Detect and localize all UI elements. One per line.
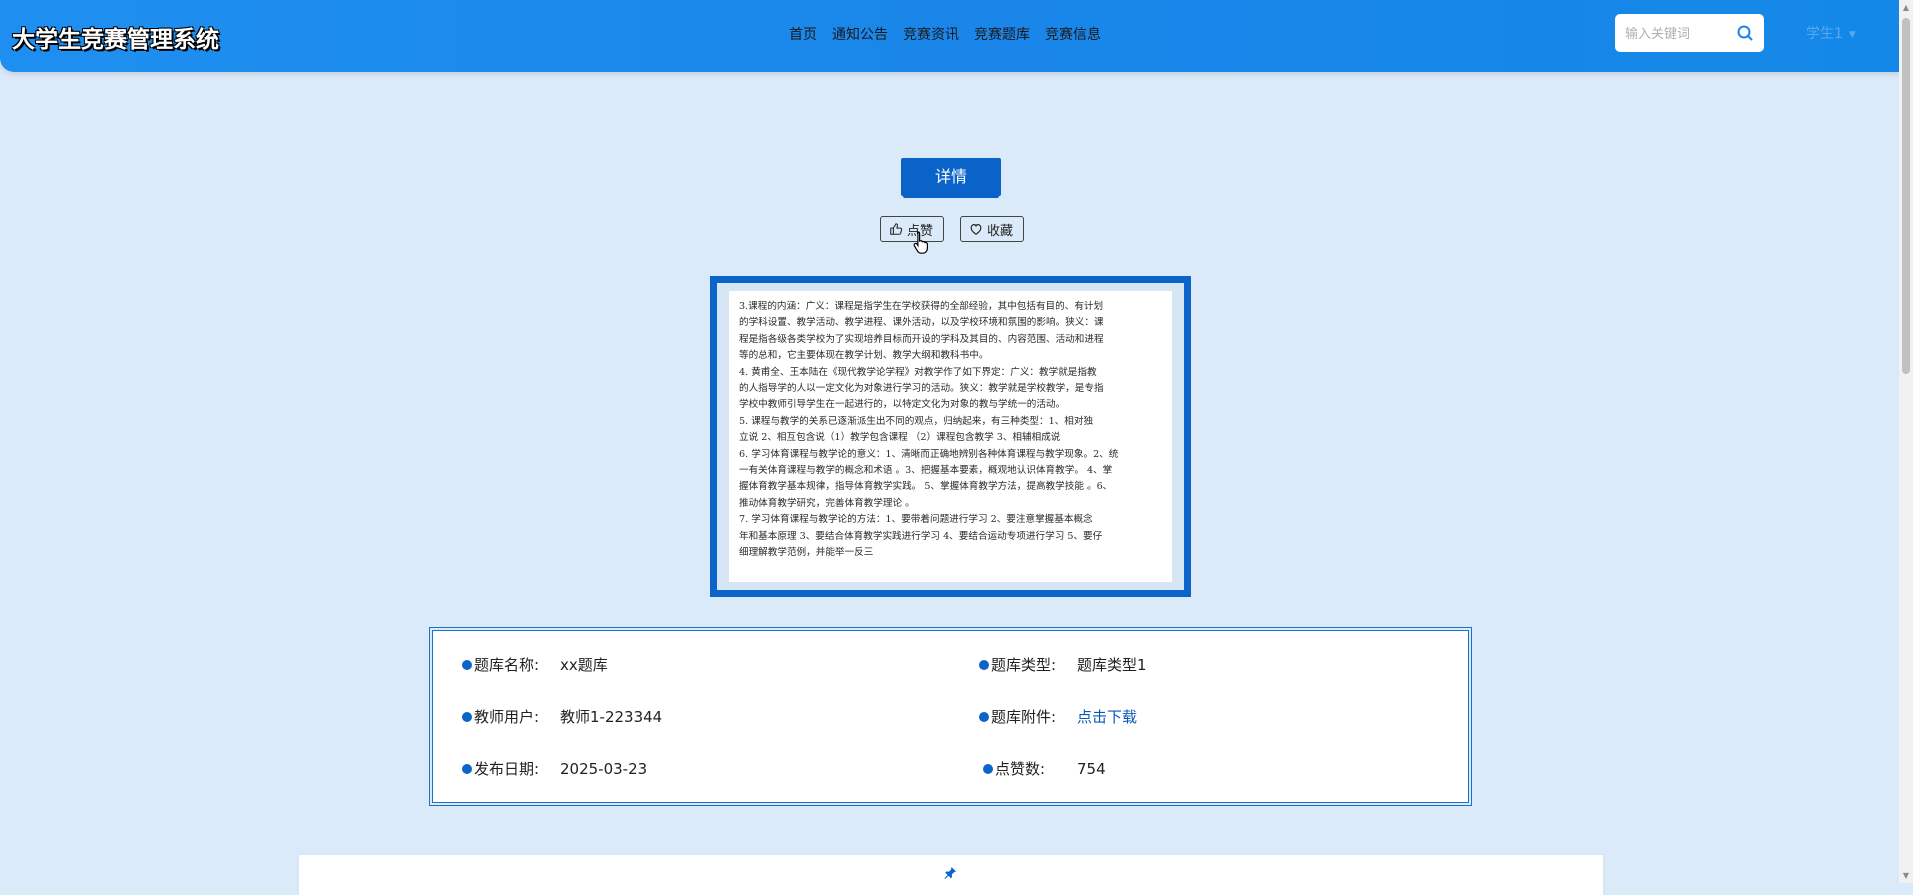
nav-question-bank[interactable]: 竞赛题库 xyxy=(974,24,1030,44)
scroll-up-icon[interactable]: ▲ xyxy=(1902,3,1910,12)
info-value: 754 xyxy=(1077,759,1106,778)
info-label: 题库名称: xyxy=(474,656,540,674)
site-title: 大学生竞赛管理系统 xyxy=(12,27,219,53)
image-text-line: 立说 2、相互包含说（1）教学包含课程 （2）课程包含教学 3、相辅相成说 xyxy=(739,432,1061,444)
bullet-dot-icon xyxy=(979,711,989,722)
info-bank-type: 题库类型: 题库类型1 xyxy=(979,654,1147,675)
favorite-button[interactable]: 收藏 xyxy=(960,216,1025,242)
user-menu[interactable]: 学生1 ▼ xyxy=(1806,23,1856,43)
bullet-dot-icon xyxy=(462,711,472,722)
image-text-line: 7. 学习体育课程与教学论的方法：1、要带着问题进行学习 2、要注意掌握基本概念 xyxy=(739,514,1093,526)
scrollbar-thumb[interactable] xyxy=(1902,18,1910,374)
image-text-line: 4. 黄甫全、王本陆在《现代教学论学程》对教学作了如下界定：广义：教学就是指教 xyxy=(739,366,1097,378)
scroll-down-icon[interactable]: ▼ xyxy=(1902,871,1910,880)
image-text-line: 的学科设置、教学活动、教学进程、课外活动，以及学校环境和氛围的影响。狭义：课 xyxy=(739,317,1104,329)
image-text-line: 推动体育教学研究，完善体育教学理论 。 xyxy=(739,497,915,509)
image-text-line: 一有关体育课程与教学的概念和术语 。3、把握基本要素，概观地认识体育教学。 4、… xyxy=(739,465,1113,477)
image-text-line: 3.课程的内涵：广义：课程是指学生在学校获得的全部经验，其中包括有目的、有计划 xyxy=(739,301,1104,312)
image-text-line: 的人指导学的人以一定文化为对象进行学习的活动。狭义：教学就是学校教学，是专指 xyxy=(739,383,1104,395)
nav-notices[interactable]: 通知公告 xyxy=(832,24,888,44)
thumbs-up-icon xyxy=(890,223,903,235)
main-nav: 首页 通知公告 竞赛资讯 竞赛题库 竞赛信息 xyxy=(789,24,1101,44)
info-attachment: 题库附件: 点击下载 xyxy=(979,706,1137,727)
image-text-line: 等的总和，它主要体现在教学计划、教学大纲和教科书中。 xyxy=(739,350,989,362)
top-navbar: 大学生竞赛管理系统 首页 通知公告 竞赛资讯 竞赛题库 竞赛信息 学生1 ▼ xyxy=(0,0,1913,72)
chevron-down-icon: ▼ xyxy=(1848,30,1856,40)
bullet-dot-icon xyxy=(462,659,472,670)
action-buttons: 点赞 收藏 xyxy=(880,216,1025,242)
image-text-line: 年和基本原理 3、要结合体育教学实践进行学习 4、要结合运动专项进行学习 5、要… xyxy=(739,530,1103,542)
hand-cursor-icon xyxy=(913,231,928,254)
info-label: 教师用户: xyxy=(474,708,540,726)
content-card xyxy=(299,855,1603,895)
image-text-line: 细理解教学范例，并能举一反三 xyxy=(739,547,874,559)
bullet-dot-icon xyxy=(979,659,989,670)
image-text-line: 5. 课程与教学的关系已逐渐派生出不同的观点，归纳起来，有三种类型：1、相对独 xyxy=(739,415,1094,427)
question-bank-image-frame: 3.课程的内涵：广义：课程是指学生在学校获得的全部经验，其中包括有目的、有计划 … xyxy=(710,276,1191,597)
detail-title-badge: 详情 xyxy=(903,158,999,196)
favorite-label: 收藏 xyxy=(987,223,1014,239)
search-input[interactable] xyxy=(1623,23,1737,45)
question-bank-info: 题库名称: xx题库 题库类型: 题库类型1 教师用户: 教师1-223344 … xyxy=(429,627,1472,806)
info-value: 题库类型1 xyxy=(1077,656,1147,674)
search-icon[interactable] xyxy=(1736,24,1754,42)
info-likes: 点赞数: 754 xyxy=(983,758,1106,779)
heart-icon xyxy=(970,224,982,235)
image-text-line: 握体育教学基本规律，指导体育教学实践。 5、掌握体育教学方法，提高教学技能 。6… xyxy=(739,481,1113,493)
pin-icon xyxy=(944,867,956,879)
image-text-line: 程是指各级各类学校为了实现培养目标而开设的学科及其目的、内容范围、活动和进程 xyxy=(739,333,1104,345)
nav-home[interactable]: 首页 xyxy=(789,24,817,44)
user-name: 学生1 xyxy=(1806,26,1843,42)
info-value: xx题库 xyxy=(560,656,608,674)
bullet-dot-icon xyxy=(983,763,993,774)
info-label: 题库类型: xyxy=(991,656,1057,674)
info-publish-date: 发布日期: 2025-03-23 xyxy=(462,758,647,779)
nav-competition-news[interactable]: 竞赛资讯 xyxy=(903,24,959,44)
info-label: 题库附件: xyxy=(991,708,1057,726)
question-bank-cover-image: 3.课程的内涵：广义：课程是指学生在学校获得的全部经验，其中包括有目的、有计划 … xyxy=(729,291,1172,582)
download-attachment-link[interactable]: 点击下载 xyxy=(1077,706,1137,727)
nav-competition-info[interactable]: 竞赛信息 xyxy=(1045,24,1101,44)
info-bank-name: 题库名称: xx题库 xyxy=(462,654,608,675)
info-label: 发布日期: xyxy=(474,760,540,778)
image-text-line: 6. 学习体育课程与教学论的意义：1、清晰而正确地辨别各种体育课程与教学现象。2… xyxy=(739,448,1119,460)
info-label: 点赞数: xyxy=(995,760,1046,778)
info-teacher: 教师用户: 教师1-223344 xyxy=(462,706,662,727)
info-value: 2025-03-23 xyxy=(560,759,648,778)
search-box xyxy=(1615,14,1764,52)
info-value: 教师1-223344 xyxy=(560,708,663,726)
bullet-dot-icon xyxy=(462,763,472,774)
image-text-line: 学校中教师引导学生在一起进行的，以特定文化为对象的教与学统一的活动。 xyxy=(739,399,1066,411)
